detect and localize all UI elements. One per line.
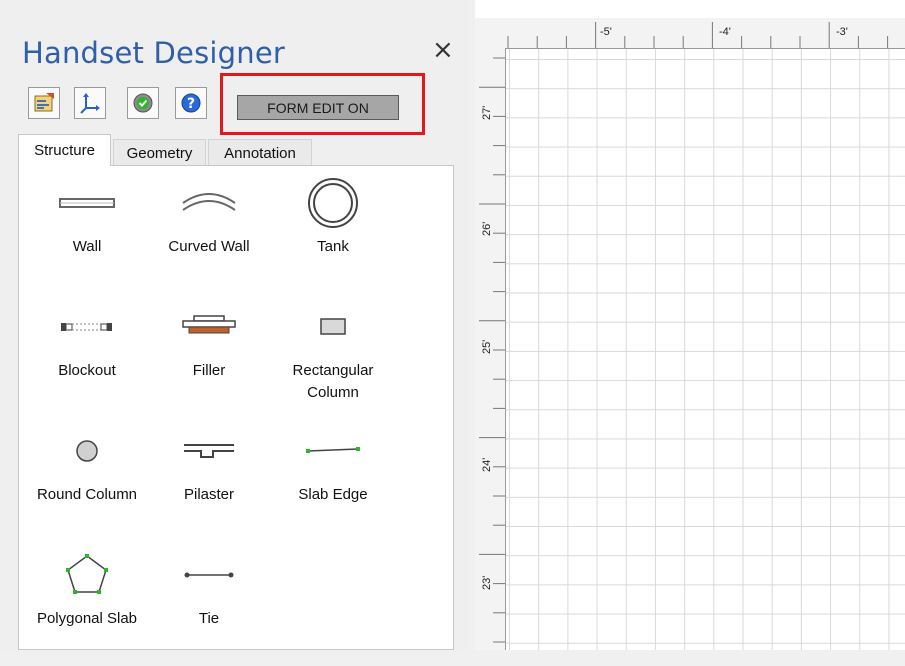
canvas-grid[interactable]	[505, 48, 905, 650]
settings-check-button[interactable]	[127, 87, 159, 119]
properties-button[interactable]	[28, 87, 60, 119]
shape-label: Curved Wall	[168, 238, 250, 255]
round-column-icon	[76, 440, 98, 462]
close-button[interactable]: ×	[432, 36, 454, 64]
shape-label: Tie	[198, 610, 220, 627]
help-icon: ?	[181, 93, 201, 113]
shape-filler[interactable]: Filler	[147, 298, 271, 418]
shape-polygonal-slab[interactable]: Polygonal Slab	[25, 546, 149, 666]
pilaster-icon	[184, 444, 234, 458]
panel-title: Handset Designer	[22, 36, 285, 70]
shape-label: Slab Edge	[298, 486, 368, 503]
rectangular-column-icon	[320, 318, 346, 335]
handset-designer-panel: Handset Designer × ? FORM EDIT ON Struct…	[0, 0, 470, 650]
shape-tank[interactable]: Tank	[271, 174, 395, 294]
ruler-left: 27' 26' 25' 24' 23'	[475, 48, 505, 650]
shape-label: Polygonal Slab	[36, 610, 138, 627]
ruler-corner	[475, 18, 505, 48]
ruler-left-label: 26'	[481, 221, 493, 236]
shape-label: Filler	[192, 362, 226, 379]
svg-text:?: ?	[187, 96, 195, 112]
shape-wall[interactable]: Wall	[25, 174, 149, 294]
wall-icon	[59, 198, 115, 208]
ruler-left-label: 27'	[481, 105, 493, 120]
axes-icon	[80, 93, 100, 114]
shape-slab-edge[interactable]: Slab Edge	[271, 422, 395, 542]
shape-label: Wall	[72, 238, 102, 255]
properties-icon	[34, 93, 54, 112]
ruler-left-label: 23'	[481, 575, 493, 590]
shape-label: Blockout	[58, 362, 116, 379]
ruler-top: -5' -4' -3'	[505, 18, 905, 48]
slab-edge-icon	[306, 447, 360, 453]
polygonal-slab-icon	[66, 554, 108, 594]
blockout-icon	[61, 323, 112, 331]
axes-button[interactable]	[74, 87, 106, 119]
ruler-left-label: 25'	[481, 339, 493, 354]
shape-pilaster[interactable]: Pilaster	[147, 422, 271, 542]
ruler-left-label: 24'	[481, 457, 493, 472]
shape-label: Tank	[317, 238, 349, 255]
shape-label: Round Column	[36, 486, 138, 503]
shape-label: Pilaster	[183, 486, 235, 503]
shape-label: Rectangular Column	[292, 362, 374, 401]
form-edit-toggle-button[interactable]: FORM EDIT ON	[237, 95, 399, 120]
ruler-top-label: -5'	[600, 26, 612, 38]
check-gear-icon	[133, 93, 153, 113]
ruler-top-label: -3'	[836, 26, 848, 38]
shape-library: Wall Curved Wall Tank Blockout Filler Re…	[18, 165, 454, 650]
curved-wall-icon	[182, 193, 236, 211]
shape-round-column[interactable]: Round Column	[25, 422, 149, 542]
tab-structure[interactable]: Structure	[18, 134, 111, 166]
tank-icon	[308, 178, 358, 228]
ruler-top-label: -4'	[719, 26, 731, 38]
shape-curved-wall[interactable]: Curved Wall	[147, 174, 271, 294]
shape-blockout[interactable]: Blockout	[25, 298, 149, 418]
filler-icon	[182, 315, 236, 334]
tab-geometry[interactable]: Geometry	[113, 139, 206, 166]
shape-rectangular-column[interactable]: Rectangular Column	[271, 298, 395, 418]
tie-icon	[184, 572, 234, 578]
help-button[interactable]: ?	[175, 87, 207, 119]
tab-annotation[interactable]: Annotation	[208, 139, 312, 166]
shape-tie[interactable]: Tie	[147, 546, 271, 666]
